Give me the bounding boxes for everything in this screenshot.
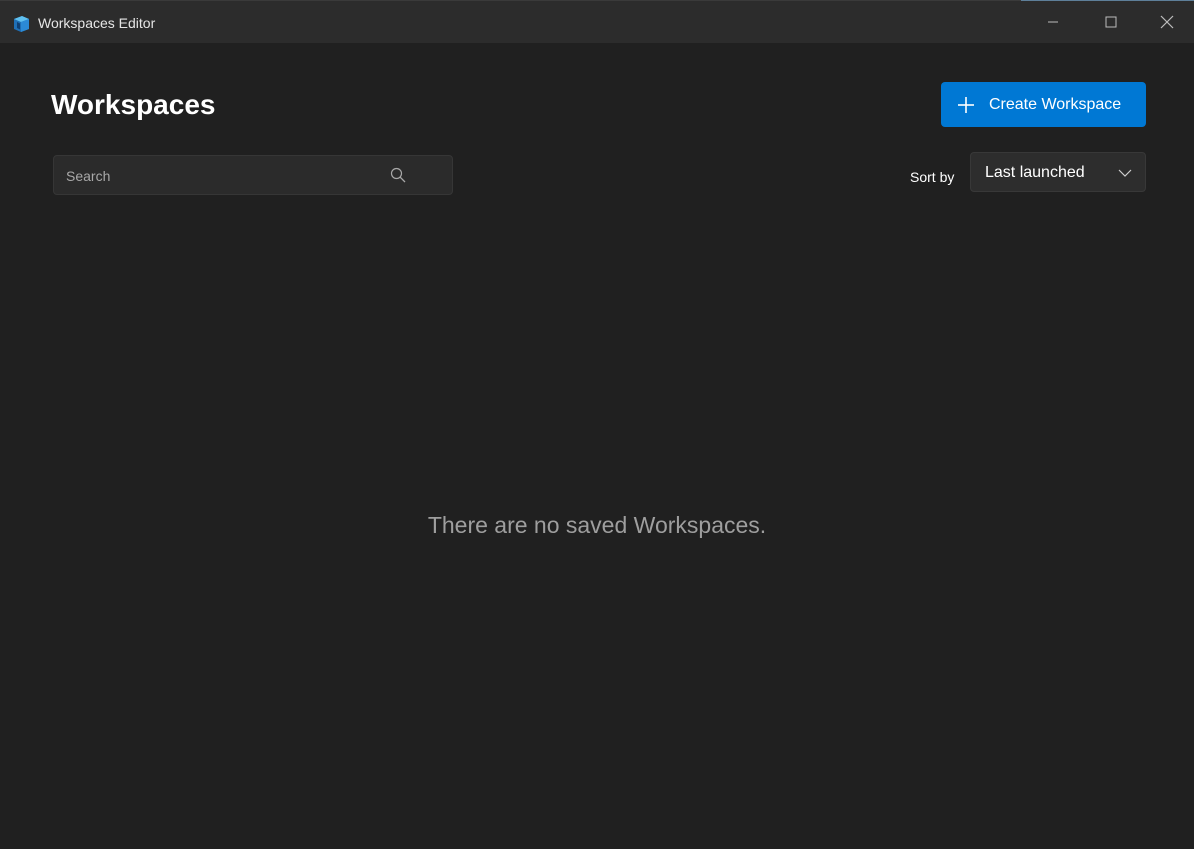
sort-dropdown[interactable]: Last launched (970, 152, 1146, 192)
title-bar[interactable]: Workspaces Editor (0, 1, 1194, 43)
close-icon (1160, 15, 1174, 29)
empty-state-message: There are no saved Workspaces. (427, 512, 767, 538)
workspaces-app-icon (14, 16, 29, 32)
search-input[interactable] (54, 156, 388, 196)
plus-icon (958, 96, 974, 113)
maximize-icon (1105, 16, 1117, 28)
minimize-icon (1048, 21, 1058, 23)
sort-by-label: Sort by (910, 169, 955, 185)
sort-selected-value: Last launched (985, 164, 1085, 181)
search-box[interactable] (53, 155, 453, 196)
maximize-button[interactable] (1082, 1, 1140, 43)
create-workspace-label: Create Workspace (989, 95, 1122, 113)
create-workspace-button[interactable]: Create Workspace (941, 82, 1146, 127)
workspaces-editor-window: Workspaces Editor Workspaces Create Work… (0, 0, 1194, 849)
chevron-down-icon (1118, 169, 1132, 177)
close-button[interactable] (1138, 1, 1194, 43)
minimize-button[interactable] (1024, 1, 1082, 43)
search-icon[interactable] (390, 167, 407, 184)
page-title: Workspaces (51, 89, 216, 120)
window-title: Workspaces Editor (38, 15, 156, 31)
